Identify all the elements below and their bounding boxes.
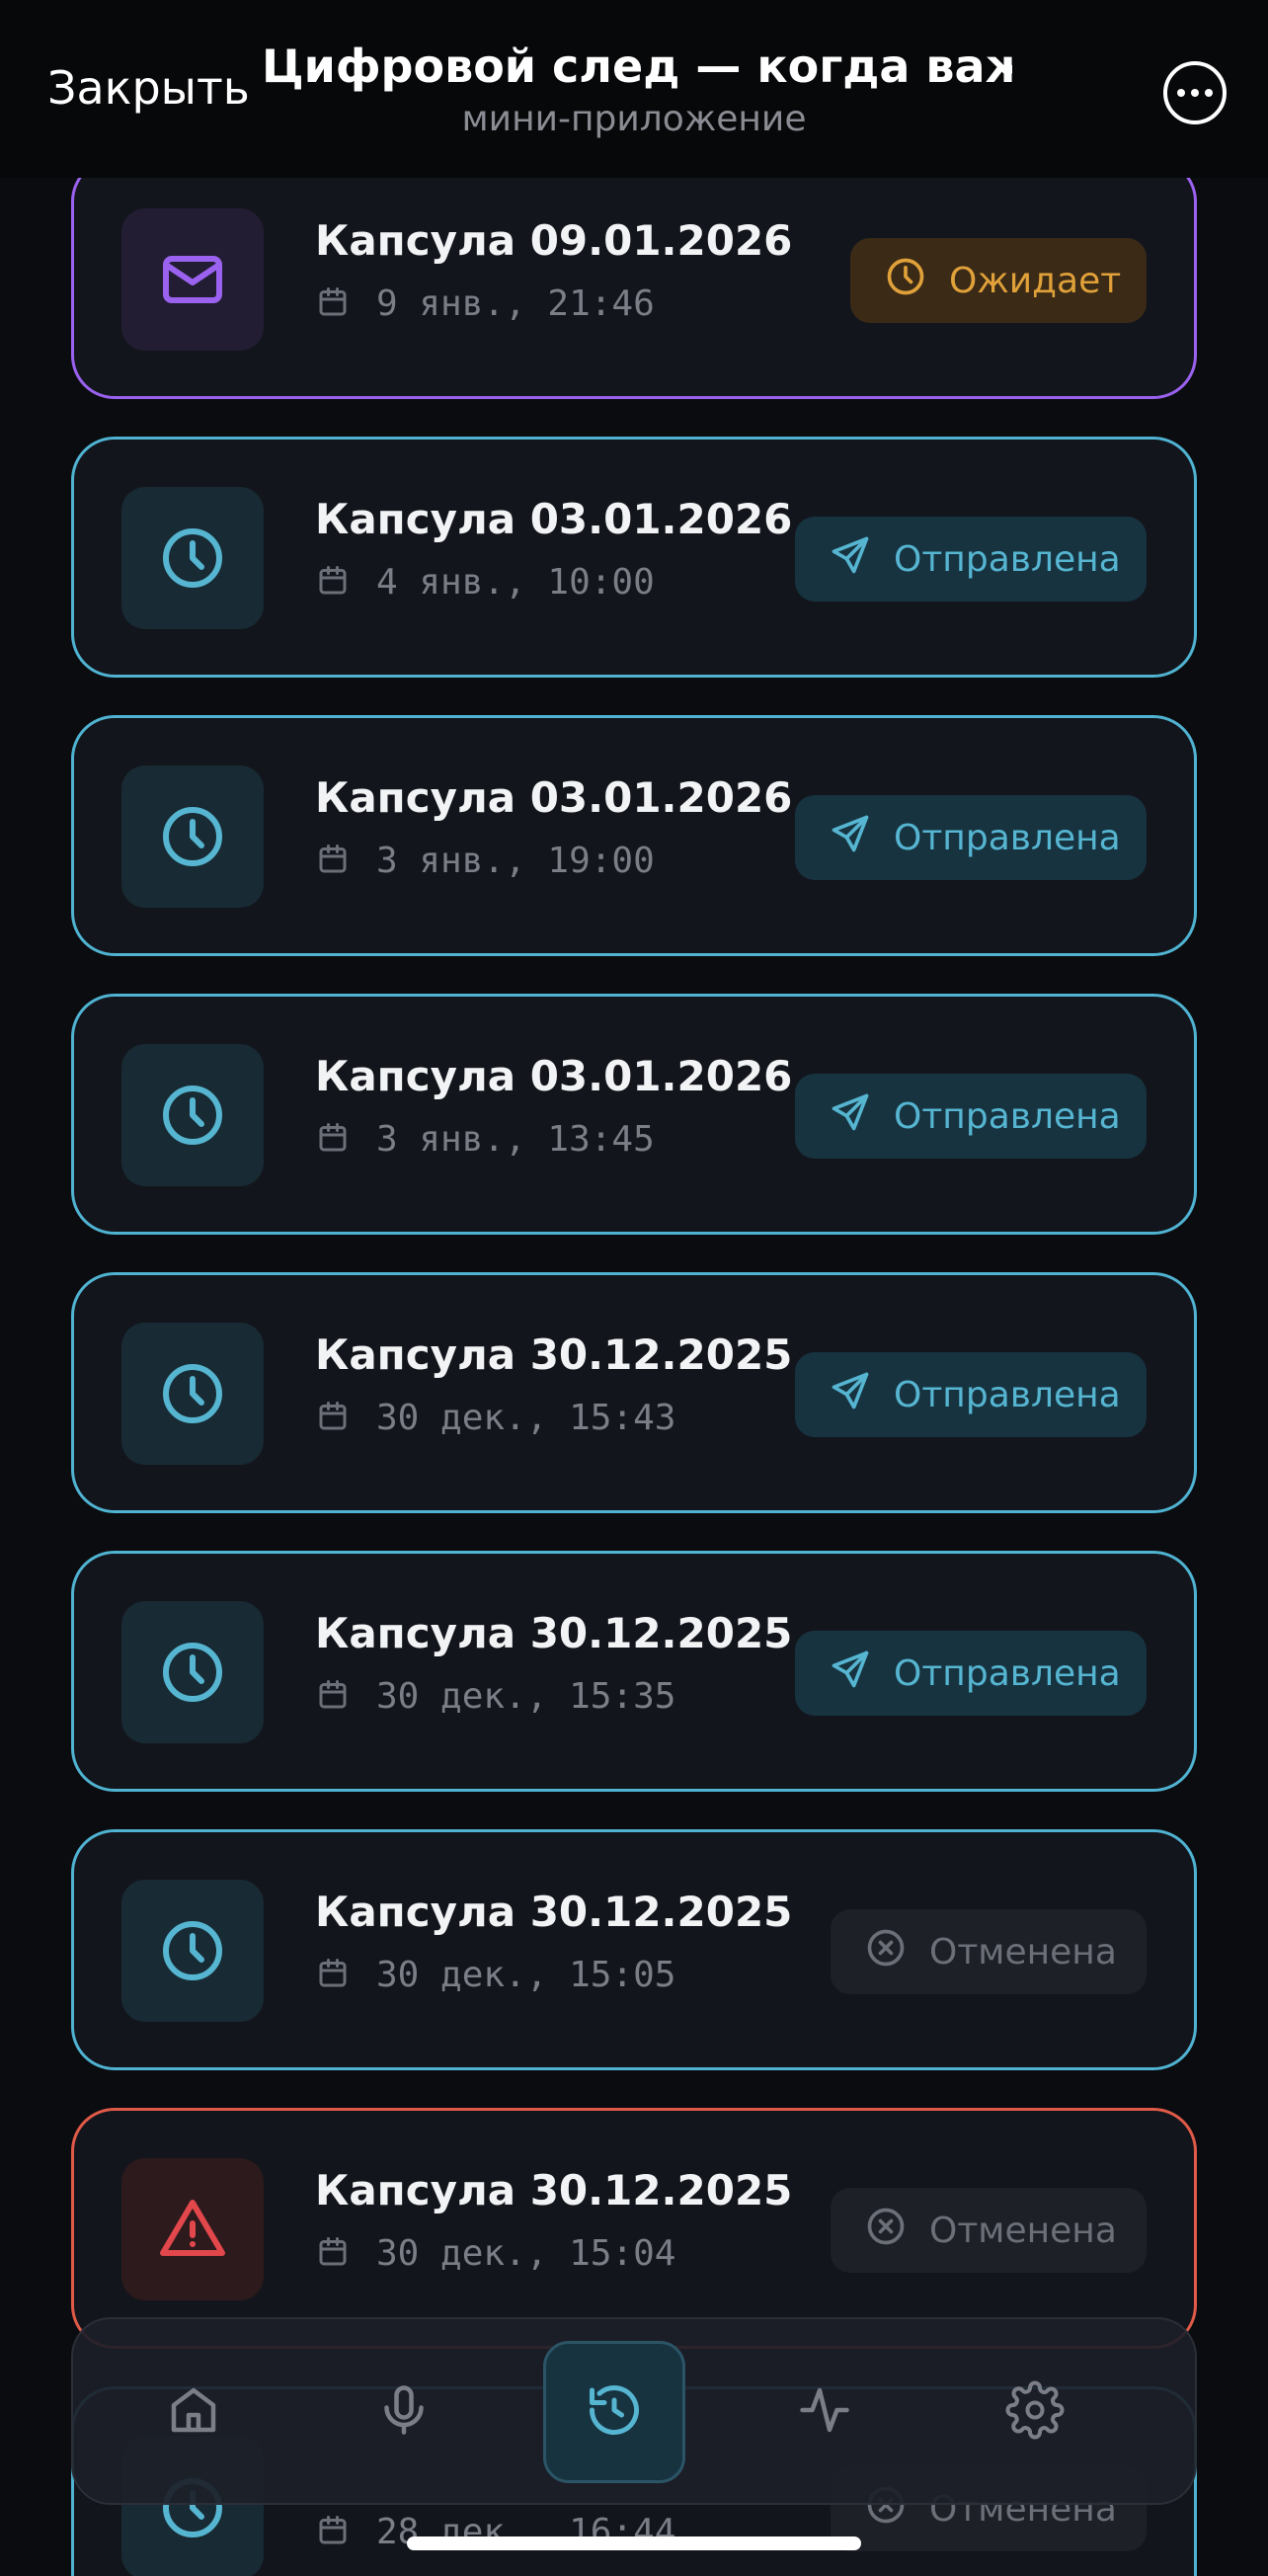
clock-icon <box>121 487 264 629</box>
tab-microphone[interactable] <box>333 2341 475 2483</box>
capsule-card[interactable]: Капсула 03.01.2026 3 янв., 19:00 Отправлен… <box>71 715 1197 956</box>
status-label: Отправлена <box>894 817 1121 858</box>
capsule-date: 9 янв., 21:46 <box>376 283 655 324</box>
top-bar: Закрыть Цифровой след — когда важ... мин… <box>0 0 1268 178</box>
clock-icon <box>121 1044 264 1186</box>
clock-icon <box>121 1880 264 2022</box>
calendar-icon <box>315 563 351 603</box>
capsule-card[interactable]: Капсула 03.01.2026 4 янв., 10:00 Отправлен… <box>71 437 1197 678</box>
capsule-title: Капсула 03.01.2026 <box>315 773 793 822</box>
send-icon <box>829 812 872 864</box>
status-label: Отправлена <box>894 1374 1121 1415</box>
capsule-date-row: 3 янв., 19:00 <box>315 841 655 881</box>
app-subtitle: мини-приложение <box>461 99 807 139</box>
home-indicator <box>407 2536 861 2550</box>
capsule-date: 4 янв., 10:00 <box>376 562 655 603</box>
status-badge: Отменена <box>831 1909 1147 1994</box>
capsule-card[interactable]: Капсула 30.12.2025 30 дек., 15:04 Отменена <box>71 2108 1197 2349</box>
capsule-card[interactable]: Капсула 09.01.2026 9 янв., 21:46 Ожидает <box>71 158 1197 399</box>
bottom-tab-bar <box>71 2317 1197 2505</box>
capsule-title: Капсула 30.12.2025 <box>315 2166 793 2214</box>
home-icon <box>164 2380 223 2444</box>
send-icon <box>829 1090 872 1143</box>
x-circle-icon <box>864 1926 908 1978</box>
capsule-title: Капсула 03.01.2026 <box>315 495 793 543</box>
capsule-card[interactable]: Капсула 30.12.2025 30 дек., 15:35 Отправле… <box>71 1551 1197 1792</box>
history-icon <box>585 2380 644 2444</box>
capsule-date: 30 дек., 15:05 <box>376 1955 676 1995</box>
status-label: Отменена <box>929 1931 1117 1972</box>
send-icon <box>829 1648 872 1700</box>
status-label: Отправлена <box>894 538 1121 580</box>
capsule-date-row: 30 дек., 15:35 <box>315 1676 675 1717</box>
status-label: Отправлена <box>894 1652 1121 1694</box>
clock-icon <box>121 1323 264 1465</box>
send-icon <box>829 533 872 586</box>
capsule-date: 30 дек., 15:04 <box>376 2233 676 2274</box>
capsule-title: Капсула 30.12.2025 <box>315 1330 793 1379</box>
app-title: Цифровой след — когда важ... <box>262 40 1012 93</box>
capsule-title: Капсула 30.12.2025 <box>315 1888 793 1936</box>
calendar-icon <box>315 842 351 881</box>
capsule-date-row: 30 дек., 15:05 <box>315 1955 675 1995</box>
status-badge: Отправлена <box>795 1352 1147 1437</box>
calendar-icon <box>315 1399 351 1438</box>
status-badge: Отправлена <box>795 1074 1147 1159</box>
status-label: Отправлена <box>894 1095 1121 1137</box>
microphone-icon <box>374 2380 434 2444</box>
more-horizontal-icon[interactable] <box>1163 61 1227 124</box>
warning-icon <box>121 2158 264 2300</box>
tab-home[interactable] <box>122 2341 265 2483</box>
capsule-title: Капсула 09.01.2026 <box>315 216 793 265</box>
capsule-card[interactable]: Капсула 30.12.2025 30 дек., 15:05 Отменена <box>71 1829 1197 2070</box>
status-badge: Отправлена <box>795 795 1147 880</box>
capsule-date: 30 дек., 15:43 <box>376 1398 676 1438</box>
capsule-card[interactable]: Капсула 03.01.2026 3 янв., 13:45 Отправлен… <box>71 994 1197 1235</box>
clock-icon <box>121 1601 264 1743</box>
status-label: Отменена <box>929 2210 1117 2251</box>
calendar-icon <box>315 1956 351 1995</box>
status-badge: Отправлена <box>795 1631 1147 1716</box>
settings-icon <box>1005 2380 1065 2444</box>
capsule-date-row: 30 дек., 15:04 <box>315 2233 675 2274</box>
tab-settings[interactable] <box>964 2341 1106 2483</box>
capsule-date: 30 дек., 15:35 <box>376 1676 676 1717</box>
tab-history[interactable] <box>543 2341 685 2483</box>
calendar-icon <box>315 284 351 324</box>
capsule-card[interactable]: Капсула 30.12.2025 30 дек., 15:43 Отправле… <box>71 1272 1197 1513</box>
mail-icon <box>121 208 264 351</box>
status-badge: Ожидает <box>850 238 1147 323</box>
capsule-date: 3 янв., 19:00 <box>376 841 655 881</box>
status-badge: Отправлена <box>795 517 1147 602</box>
status-label: Ожидает <box>949 260 1122 301</box>
capsule-date: 3 янв., 13:45 <box>376 1119 655 1160</box>
activity-icon <box>795 2380 854 2444</box>
calendar-icon <box>315 1120 351 1160</box>
capsule-title: Капсула 30.12.2025 <box>315 1609 793 1657</box>
calendar-icon <box>315 2234 351 2274</box>
x-circle-icon <box>864 2205 908 2257</box>
capsule-date-row: 30 дек., 15:43 <box>315 1398 675 1438</box>
capsule-date-row: 3 янв., 13:45 <box>315 1119 655 1160</box>
status-badge: Отменена <box>831 2188 1147 2273</box>
send-icon <box>829 1369 872 1421</box>
calendar-icon <box>315 1677 351 1717</box>
clock-icon <box>121 765 264 908</box>
tab-activity[interactable] <box>753 2341 896 2483</box>
capsule-date-row: 4 янв., 10:00 <box>315 562 655 603</box>
capsule-date-row: 9 янв., 21:46 <box>315 283 655 324</box>
capsule-title: Капсула 03.01.2026 <box>315 1052 793 1100</box>
calendar-icon <box>315 2513 351 2552</box>
clock-small-icon <box>884 255 927 307</box>
